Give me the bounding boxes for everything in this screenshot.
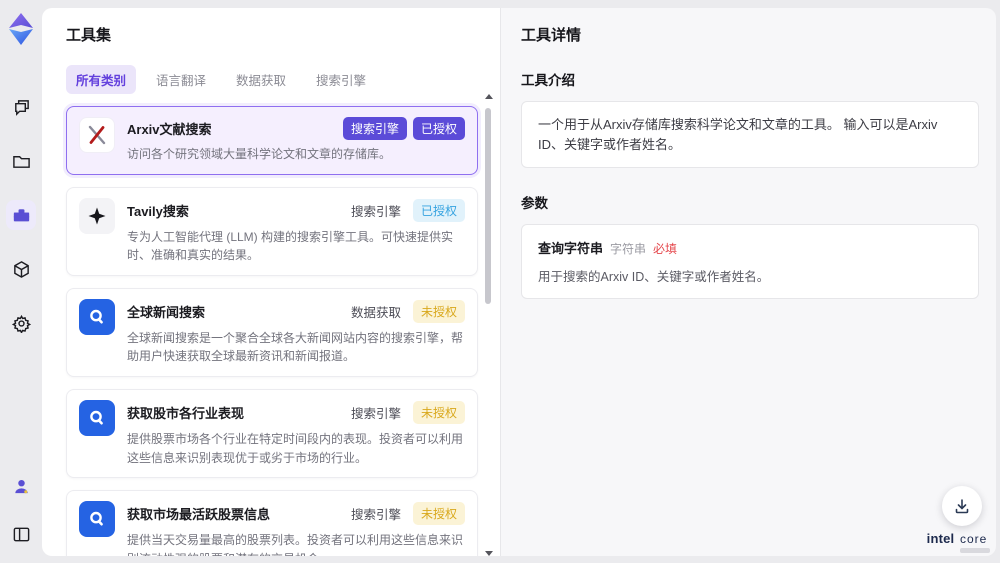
auth-status-badge: 未授权 (412, 299, 465, 323)
tool-name: Tavily搜索 (127, 203, 189, 219)
cube-icon (13, 260, 29, 278)
tool-description: 全球新闻搜索是一个聚合全球各大新闻网站内容的搜索引擎，帮助用户快速获取全球最新资… (127, 330, 464, 364)
layout-panel-icon (13, 527, 29, 541)
four-point-star-icon (79, 197, 115, 234)
sidebar-item-chat[interactable] (6, 92, 36, 122)
arxiv-logo-icon (79, 117, 115, 153)
tool-name: Arxiv文献搜索 (127, 122, 212, 137)
tool-card-arxiv[interactable]: Arxiv文献搜索 搜索引擎 已授权 访问各个研究领域大量科学论文和文章的存储库… (66, 106, 478, 175)
download-button[interactable] (942, 486, 982, 526)
auth-status-badge: 未授权 (412, 502, 465, 526)
folder-icon (12, 155, 30, 168)
search-magnifier-icon (79, 298, 115, 335)
sidebar-item-account[interactable] (6, 471, 36, 501)
intro-section-title: 工具介绍 (521, 73, 575, 88)
intel-core-logo: intel core (924, 531, 990, 553)
tool-card-sector-performance[interactable]: 获取股市各行业表现 搜索引擎 未授权 提供股票市场各个行业在特定时间段内的表现。… (66, 388, 478, 479)
tool-description: 提供当天交易量最高的股票列表。投资者可以利用这些信息来识别流动性强的股票和潜在的… (127, 533, 464, 556)
list-scrollbar[interactable] (484, 92, 493, 556)
brand-core-text: core (960, 532, 988, 546)
param-required-flag: 必填 (653, 242, 678, 256)
sidebar-item-packages[interactable] (6, 254, 36, 284)
chat-icon (14, 99, 29, 116)
tool-card-active-stocks[interactable]: 获取市场最活跃股票信息 搜索引擎 未授权 提供当天交易量最高的股票列表。投资者可… (66, 490, 478, 556)
auth-status-badge: 已授权 (412, 198, 465, 222)
tool-list: Arxiv文献搜索 搜索引擎 已授权 访问各个研究领域大量科学论文和文章的存储库… (66, 106, 478, 556)
sidebar-item-toolbox[interactable] (6, 200, 36, 230)
intro-text: 一个用于从Arxiv存储库搜索科学论文和文章的工具。 输入可以是Arxiv ID… (538, 117, 938, 152)
sidebar-item-collapse[interactable] (6, 519, 36, 549)
sidebar-item-settings[interactable] (6, 308, 36, 338)
auth-status-badge: 已授权 (412, 117, 465, 140)
icon-sidebar (0, 0, 42, 563)
category-label: 搜索引擎 (350, 406, 401, 421)
tool-detail-panel: 工具详情 工具介绍 一个用于从Arxiv存储库搜索科学论文和文章的工具。 输入可… (500, 8, 996, 556)
page-title: 工具集 (66, 27, 112, 44)
category-badge: 搜索引擎 (342, 117, 407, 140)
app-logo-icon (9, 13, 33, 45)
tool-description: 专为人工智能代理 (LLM) 构建的搜索引擎工具。可快速提供实时、准确和真实的结… (127, 229, 454, 263)
category-tabs: 所有类别 语言翻译 数据获取 搜索引擎 (66, 65, 478, 94)
gear-icon (11, 314, 31, 333)
tab-data-fetch[interactable]: 数据获取 (226, 65, 296, 94)
tool-card-global-news[interactable]: 全球新闻搜索 数据获取 未授权 全球新闻搜索是一个聚合全球各大新闻网站内容的搜索… (66, 287, 478, 377)
tool-name: 全球新闻搜索 (127, 304, 206, 320)
user-icon (14, 479, 28, 493)
sidebar-item-files[interactable] (6, 146, 36, 176)
category-label: 搜索引擎 (350, 204, 401, 219)
tool-name: 获取市场最活跃股票信息 (127, 507, 271, 523)
briefcase-icon (13, 208, 29, 221)
search-magnifier-icon (79, 501, 115, 538)
param-card: 查询字符串 字符串 必填 用于搜索的Arxiv ID、关键字或作者姓名。 (521, 224, 979, 299)
scroll-down-arrow[interactable] (485, 551, 493, 556)
download-icon (955, 499, 969, 514)
category-label: 搜索引擎 (350, 508, 401, 523)
param-name: 查询字符串 (538, 241, 604, 256)
scrollbar-thumb[interactable] (485, 108, 491, 304)
params-section-title: 参数 (521, 196, 548, 211)
search-magnifier-icon (79, 399, 115, 436)
category-label: 数据获取 (350, 305, 401, 320)
param-type: 字符串 (610, 242, 647, 256)
detail-title: 工具详情 (521, 27, 582, 44)
auth-status-badge: 未授权 (412, 400, 465, 424)
scroll-up-arrow[interactable] (485, 94, 493, 99)
param-description: 用于搜索的Arxiv ID、关键字或作者姓名。 (538, 270, 770, 284)
tab-language-translation[interactable]: 语言翻译 (146, 65, 216, 94)
tab-all-categories[interactable]: 所有类别 (66, 65, 137, 94)
toolset-panel: 工具集 所有类别 语言翻译 数据获取 搜索引擎 Arxiv文献搜索 搜索引擎 已… (42, 8, 500, 556)
tool-name: 获取股市各行业表现 (127, 405, 245, 421)
brand-underline (960, 548, 990, 553)
tool-card-tavily[interactable]: Tavily搜索 搜索引擎 已授权 专为人工智能代理 (LLM) 构建的搜索引擎… (66, 186, 478, 276)
tool-description: 提供股票市场各个行业在特定时间段内的表现。投资者可以利用这些信息来识别表现优于或… (127, 431, 464, 465)
brand-intel-text: intel (926, 531, 955, 546)
tab-search-engine[interactable]: 搜索引擎 (306, 65, 376, 94)
tool-description: 访问各个研究领域大量科学论文和文章的存储库。 (127, 147, 392, 161)
intro-card: 一个用于从Arxiv存储库搜索科学论文和文章的工具。 输入可以是Arxiv ID… (521, 101, 979, 168)
